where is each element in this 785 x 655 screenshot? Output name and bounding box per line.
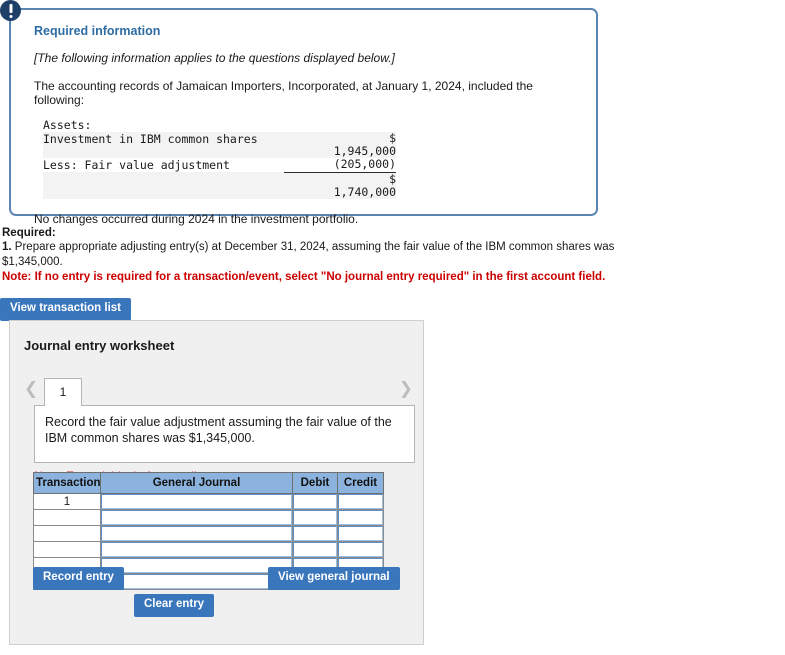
account-input[interactable] [101, 526, 292, 541]
currency-symbol: $ [389, 171, 396, 186]
general-journal-cell[interactable] [100, 541, 293, 558]
credit-cell[interactable] [337, 509, 384, 526]
assets-row: Less: Fair value adjustment (205,000) [43, 157, 396, 173]
debit-input[interactable] [293, 494, 337, 509]
entry-description: Record the fair value adjustment assumin… [34, 405, 415, 463]
clear-entry-button[interactable]: Clear entry [134, 594, 215, 617]
transaction-number: 1 [33, 493, 101, 510]
debit-input[interactable] [293, 526, 337, 541]
journal-entry-worksheet-panel: Journal entry worksheet ❮ 1 ❯ Record the… [9, 320, 424, 645]
assets-section-value [284, 118, 396, 132]
exclamation-icon [0, 0, 21, 21]
required-item: 1. Prepare appropriate adjusting entry(s… [2, 240, 642, 270]
required-item-number: 1. [2, 241, 12, 253]
assets-total-row: $1,740,000 [43, 172, 396, 200]
general-journal-cell[interactable] [100, 557, 293, 574]
transaction-number [33, 509, 101, 526]
general-journal-cell[interactable] [100, 573, 293, 590]
worksheet-title: Journal entry worksheet [24, 338, 175, 353]
credit-input[interactable] [338, 510, 383, 525]
table-row [33, 509, 384, 526]
debit-input[interactable] [293, 542, 337, 557]
debit-cell[interactable] [292, 493, 338, 510]
required-label: Required: [2, 227, 56, 239]
required-information-panel: Required information [The following info… [9, 8, 598, 226]
column-header-credit: Credit [337, 472, 384, 494]
table-row [33, 525, 384, 542]
column-header-transaction: Transaction [33, 472, 101, 494]
assets-row-label: Less: Fair value adjustment [43, 158, 230, 173]
chevron-left-icon[interactable]: ❮ [24, 381, 38, 398]
column-header-debit: Debit [292, 472, 338, 494]
assets-row-value: $1,945,000 [284, 131, 396, 159]
credit-cell[interactable] [337, 493, 384, 510]
record-entry-button[interactable]: Record entry [33, 567, 124, 590]
assets-total-value: $1,740,000 [284, 172, 396, 199]
general-journal-cell[interactable] [100, 525, 293, 542]
credit-input[interactable] [338, 494, 383, 509]
no-entry-note: Note: If no entry is required for a tran… [2, 271, 606, 284]
amount: 1,945,000 [333, 144, 396, 159]
assets-row-label: Investment in IBM common shares [43, 132, 258, 146]
required-item-text: Prepare appropriate adjusting entry(s) a… [2, 241, 615, 269]
assets-table: Assets: Investment in IBM common shares … [43, 118, 396, 200]
debit-cell[interactable] [292, 525, 338, 542]
assets-section-label: Assets: [43, 118, 92, 132]
required-block: Required: 1. Prepare appropriate adjusti… [2, 227, 642, 283]
assets-row-value: (205,000) [284, 157, 396, 173]
account-input[interactable] [101, 558, 292, 573]
credit-input[interactable] [338, 542, 383, 557]
closing-note: No changes occurred during 2024 in the i… [34, 212, 359, 227]
view-general-journal-button[interactable]: View general journal [268, 567, 400, 590]
table-row: 1 [33, 493, 384, 510]
amount: (205,000) [333, 157, 396, 172]
credit-input[interactable] [338, 526, 383, 541]
applies-note: [The following information applies to th… [34, 51, 395, 65]
transaction-number [33, 525, 101, 542]
debit-input[interactable] [293, 510, 337, 525]
assets-section-row: Assets: [43, 118, 396, 132]
account-input[interactable] [101, 574, 292, 589]
credit-cell[interactable] [337, 525, 384, 542]
assets-total-label [43, 172, 284, 199]
currency-symbol: $ [389, 131, 396, 145]
transaction-number [33, 541, 101, 558]
debit-cell[interactable] [292, 541, 338, 558]
intro-text: The accounting records of Jamaican Impor… [34, 79, 533, 107]
column-header-general-journal: General Journal [100, 472, 293, 494]
credit-cell[interactable] [337, 541, 384, 558]
account-input[interactable] [101, 542, 292, 557]
exclamation-dot [9, 15, 12, 18]
general-journal-cell[interactable] [100, 509, 293, 526]
table-row [33, 541, 384, 558]
general-journal-cell[interactable] [100, 493, 293, 510]
exclamation-stroke [9, 4, 12, 13]
debit-cell[interactable] [292, 509, 338, 526]
assets-row: Investment in IBM common shares $1,945,0… [43, 131, 396, 159]
chevron-right-icon[interactable]: ❯ [399, 381, 413, 398]
worksheet-tab-1[interactable]: 1 [44, 378, 82, 406]
amount: 1,740,000 [333, 185, 396, 200]
account-input[interactable] [101, 494, 292, 509]
view-transaction-list-button[interactable]: View transaction list [0, 298, 131, 321]
required-information-heading: Required information [34, 24, 161, 38]
journal-table-header-row: Transaction General Journal Debit Credit [33, 472, 384, 494]
account-input[interactable] [101, 510, 292, 525]
worksheet-tab-row: ❮ 1 ❯ [20, 378, 415, 406]
